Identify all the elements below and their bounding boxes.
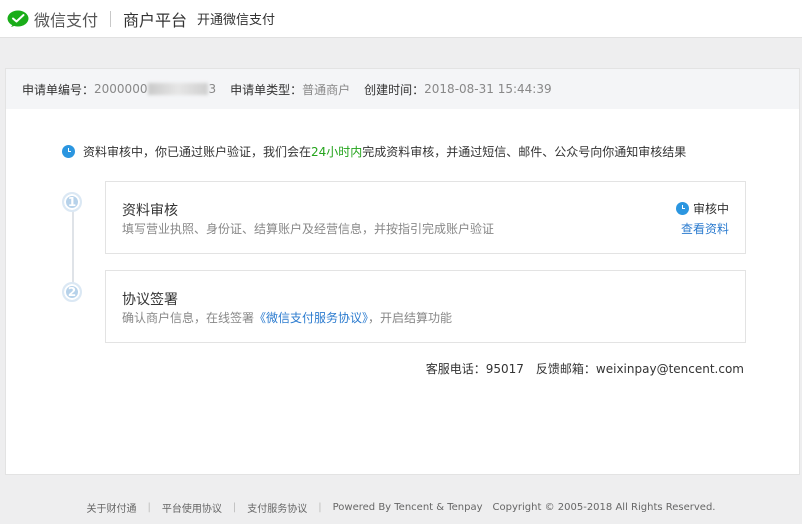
- order-no-suffix: 3: [208, 82, 217, 96]
- clock-icon: [62, 145, 75, 158]
- agreement-desc-suffix: ，开启结算功能: [368, 311, 453, 325]
- brand-name[interactable]: 微信支付: [34, 7, 98, 31]
- contact-info: 客服电话：95017 反馈邮箱：weixinpay@tencent.com: [426, 360, 744, 377]
- footer: 关于财付通 | 平台使用协议 | 支付服务协议 | Powered By Ten…: [86, 500, 716, 515]
- status-clock-icon: [675, 202, 689, 215]
- step-number-1: 1: [62, 192, 82, 212]
- agreement-desc-prefix: 确认商户信息，在线签署: [122, 311, 255, 325]
- footer-link-platform-agreement[interactable]: 平台使用协议: [162, 500, 222, 515]
- application-info-bar: 申请单编号： 2000000 3 申请单类型： 普通商户 创建时间： 2018-…: [6, 69, 799, 109]
- timeline-line: [72, 209, 74, 291]
- step-review-desc: 填写营业执照、身份证、结算账户及经营信息，并按指引完成账户验证: [122, 222, 495, 236]
- top-bar: 微信支付 商户平台 开通微信支付: [0, 0, 802, 38]
- review-status-text: 审核中: [692, 202, 729, 216]
- wechat-pay-logo-icon[interactable]: [7, 10, 29, 28]
- notice-suffix: 完成资料审核，并通过短信、邮件、公众号向你通知审核结果: [362, 145, 687, 159]
- header-divider: [110, 10, 112, 27]
- order-no-value: 2000000: [94, 82, 148, 96]
- type-label: 申请单类型：: [230, 82, 303, 97]
- step-agreement: 协议签署 确认商户信息，在线签署《微信支付服务协议》，开启结算功能: [105, 270, 746, 343]
- footer-link-about[interactable]: 关于财付通: [87, 500, 137, 515]
- email-value[interactable]: weixinpay@tencent.com: [596, 362, 744, 376]
- type-value: 普通商户: [302, 82, 351, 97]
- created-value: 2018-08-31 15:44:39: [424, 82, 552, 96]
- review-status: 审核中: [675, 200, 729, 217]
- email-label: 反馈邮箱：: [535, 362, 596, 376]
- step-review: 资料审核 填写营业执照、身份证、结算账户及经营信息，并按指引完成账户验证 审核中…: [105, 181, 746, 254]
- platform-title: 商户平台: [123, 10, 188, 30]
- footer-link-payment-agreement[interactable]: 支付服务协议: [247, 500, 307, 515]
- order-no-label: 申请单编号：: [22, 82, 95, 97]
- footer-powered: Powered By Tencent & Tenpay: [332, 502, 483, 513]
- application-card: 申请单编号： 2000000 3 申请单类型： 普通商户 创建时间： 2018-…: [5, 68, 800, 475]
- review-notice: 资料审核中，你已通过账户验证，我们会在 24小时内 完成资料审核，并通过短信、邮件、…: [62, 143, 686, 160]
- notice-highlight: 24小时内: [311, 145, 363, 159]
- notice-prefix: 资料审核中，你已通过账户验证，我们会在: [83, 145, 312, 159]
- step-number-2: 2: [62, 282, 82, 302]
- phone-label: 客服电话：: [425, 362, 486, 376]
- footer-copyright: Copyright © 2005-2018 All Rights Reserve…: [492, 502, 716, 513]
- created-label: 创建时间：: [364, 82, 425, 97]
- order-no-redacted: [148, 83, 209, 95]
- service-agreement-link[interactable]: 《微信支付服务协议》: [254, 311, 368, 325]
- step-review-title: 资料审核: [122, 203, 178, 219]
- page-subtitle: 开通微信支付: [197, 13, 276, 28]
- view-materials-link[interactable]: 查看资料: [681, 220, 729, 237]
- phone-value: 95017: [485, 362, 524, 376]
- step-agreement-desc: 确认商户信息，在线签署《微信支付服务协议》，开启结算功能: [122, 309, 452, 326]
- step-agreement-title: 协议签署: [122, 292, 178, 308]
